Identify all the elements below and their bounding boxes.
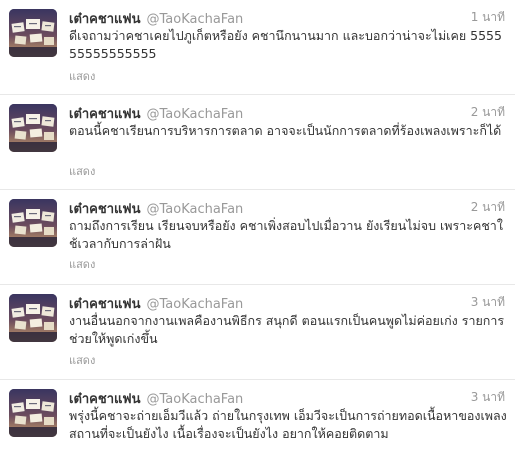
- avatar[interactable]: [9, 9, 57, 57]
- tweet-text: พรุ่งนี้คชาจะถ่ายเอ็มวีแล้ว ถ่ายในกรุงเท…: [69, 408, 507, 441]
- tweet-header: เต๋าคชาแฟน @TaoKachaFan 3 นาที: [69, 388, 505, 407]
- tweet-text: งานอื่นนอกจากงานเพลคืองานพิธีกร สนุกดี ต…: [69, 313, 505, 346]
- tweet-item[interactable]: เต๋าคชาแฟน @TaoKachaFan 3 นาที พรุ่งนี้คช…: [0, 380, 515, 463]
- avatar[interactable]: [9, 389, 57, 437]
- tweet-item[interactable]: เต๋าคชาแฟน @TaoKachaFan 2 นาที ตอนนี้คชาเ…: [0, 95, 515, 190]
- tweet-header: เต๋าคชาแฟน @TaoKachaFan 2 นาที: [69, 198, 505, 217]
- tweet-item[interactable]: เต๋าคชาแฟน @TaoKachaFan 3 นาที งานอื่นนอก…: [0, 285, 515, 380]
- expand-link[interactable]: แสดง: [69, 162, 95, 180]
- author-fullname[interactable]: เต๋าคชาแฟน: [69, 12, 140, 27]
- author-username[interactable]: @TaoKachaFan: [146, 202, 243, 217]
- tweet-item[interactable]: เต๋าคชาแฟน @TaoKachaFan 1 นาที ดีเจถามว่า…: [0, 0, 515, 95]
- author-fullname[interactable]: เต๋าคชาแฟน: [69, 107, 140, 122]
- tweet-timeline: เต๋าคชาแฟน @TaoKachaFan 1 นาที ดีเจถามว่า…: [0, 0, 515, 463]
- author-username[interactable]: @TaoKachaFan: [146, 392, 243, 407]
- tweet-timestamp[interactable]: 2 นาที: [471, 198, 505, 217]
- tweet-timestamp[interactable]: 2 นาที: [471, 103, 505, 122]
- tweet-timestamp[interactable]: 3 นาที: [471, 388, 505, 407]
- tweet-header: เต๋าคชาแฟน @TaoKachaFan 3 นาที: [69, 293, 505, 312]
- avatar[interactable]: [9, 294, 57, 342]
- tweet-text: ถามถึงการเรียน เรียนจบหรือยัง คชาเพิ่งสอ…: [69, 218, 503, 251]
- tweet-timestamp[interactable]: 3 นาที: [471, 293, 505, 312]
- author-fullname[interactable]: เต๋าคชาแฟน: [69, 297, 140, 312]
- expand-link[interactable]: แสดง: [69, 67, 95, 85]
- avatar[interactable]: [9, 104, 57, 152]
- tweet-text: ตอนนี้คชาเรียนการบริหารการตลาด อาจจะเป็น…: [69, 123, 502, 138]
- avatar[interactable]: [9, 199, 57, 247]
- expand-link[interactable]: แสดง: [69, 255, 95, 273]
- author-username[interactable]: @TaoKachaFan: [146, 107, 243, 122]
- tweet-text: ดีเจถามว่าคชาเคยไปภูเก็ตหรือยัง คชานึกนา…: [69, 28, 502, 61]
- author-username[interactable]: @TaoKachaFan: [146, 297, 243, 312]
- tweet-header: เต๋าคชาแฟน @TaoKachaFan 1 นาที: [69, 8, 505, 27]
- tweet-header: เต๋าคชาแฟน @TaoKachaFan 2 นาที: [69, 103, 505, 122]
- author-username[interactable]: @TaoKachaFan: [146, 12, 243, 27]
- expand-link[interactable]: แสดง: [69, 351, 95, 369]
- author-fullname[interactable]: เต๋าคชาแฟน: [69, 202, 140, 217]
- author-fullname[interactable]: เต๋าคชาแฟน: [69, 392, 140, 407]
- tweet-item[interactable]: เต๋าคชาแฟน @TaoKachaFan 2 นาที ถามถึงการเ…: [0, 190, 515, 285]
- tweet-timestamp[interactable]: 1 นาที: [471, 8, 505, 27]
